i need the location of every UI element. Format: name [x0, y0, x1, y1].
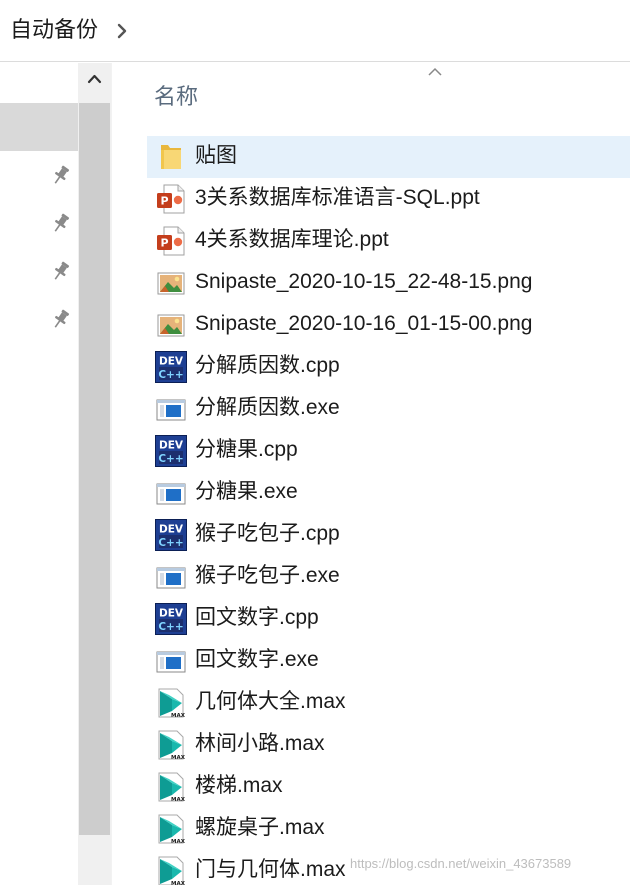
- file-name[interactable]: 4关系数据库理论.ppt: [195, 226, 389, 254]
- file-name[interactable]: 分解质因数.cpp: [195, 352, 340, 380]
- file-name[interactable]: 回文数字.exe: [195, 646, 319, 674]
- pin-icon[interactable]: [50, 164, 72, 186]
- file-row[interactable]: Snipaste_2020-10-15_22-48-15.png: [147, 262, 630, 304]
- file-row[interactable]: 猴子吃包子.exe: [147, 556, 630, 598]
- column-header-name[interactable]: 名称: [154, 83, 198, 111]
- nav-item-selected[interactable]: [0, 103, 78, 151]
- devcpp-icon: DEV C++: [155, 603, 187, 635]
- nav-scrollbar[interactable]: [78, 63, 111, 885]
- icon-label: P: [160, 237, 168, 250]
- devcpp-icon: DEV C++: [155, 519, 187, 551]
- exe-icon: [155, 393, 187, 425]
- icon-label: MAX: [171, 839, 186, 845]
- file-row[interactable]: MAX 几何体大全.max: [147, 682, 630, 724]
- file-name[interactable]: 楼梯.max: [195, 772, 283, 800]
- chevron-up-icon: [87, 74, 102, 84]
- pin-icon[interactable]: [50, 260, 72, 282]
- devcpp-icon: DEV C++: [155, 351, 187, 383]
- file-row[interactable]: DEV C++ 猴子吃包子.cpp: [147, 514, 630, 556]
- image-icon: [155, 267, 187, 299]
- file-name[interactable]: 林间小路.max: [195, 730, 325, 758]
- icon-label: DEV: [159, 440, 184, 452]
- file-name[interactable]: Snipaste_2020-10-16_01-15-00.png: [195, 310, 532, 338]
- icon-label: C++: [158, 621, 183, 633]
- watermark: https://blog.csdn.net/weixin_43673589: [350, 856, 572, 871]
- file-name[interactable]: 3关系数据库标准语言-SQL.ppt: [195, 184, 480, 212]
- image-icon: [155, 309, 187, 341]
- file-name[interactable]: 贴图: [195, 142, 237, 170]
- file-row[interactable]: P 4关系数据库理论.ppt: [147, 220, 630, 262]
- file-name[interactable]: 分糖果.cpp: [195, 436, 298, 464]
- file-name[interactable]: 猴子吃包子.cpp: [195, 520, 340, 548]
- file-row[interactable]: Snipaste_2020-10-16_01-15-00.png: [147, 304, 630, 346]
- navigation-pane: [0, 63, 78, 885]
- 3dsmax-icon: MAX: [155, 687, 187, 719]
- scroll-thumb[interactable]: [79, 103, 110, 835]
- file-list-pane: 名称 贴图 P 3关系数据库标准语言-SQL.ppt P 4关系数据库理论.ppt Sni…: [116, 63, 630, 885]
- file-row[interactable]: DEV C++ 分糖果.cpp: [147, 430, 630, 472]
- pin-icon[interactable]: [50, 308, 72, 330]
- powerpoint-icon: P: [155, 225, 187, 257]
- exe-icon: [155, 561, 187, 593]
- file-name[interactable]: 猴子吃包子.exe: [195, 562, 340, 590]
- icon-label: MAX: [171, 797, 186, 803]
- icon-label: DEV: [159, 356, 184, 368]
- sort-ascending-icon: [428, 67, 442, 76]
- pin-icon[interactable]: [50, 212, 72, 234]
- exe-icon: [155, 477, 187, 509]
- chevron-right-icon[interactable]: [115, 21, 129, 41]
- file-name[interactable]: 螺旋桌子.max: [195, 814, 325, 842]
- 3dsmax-icon: MAX: [155, 813, 187, 845]
- address-bar: 自动备份: [0, 0, 630, 62]
- exe-icon: [155, 645, 187, 677]
- file-row[interactable]: MAX 楼梯.max: [147, 766, 630, 808]
- file-row[interactable]: 回文数字.exe: [147, 640, 630, 682]
- file-name[interactable]: 回文数字.cpp: [195, 604, 319, 632]
- file-name[interactable]: Snipaste_2020-10-15_22-48-15.png: [195, 268, 532, 296]
- icon-label: P: [160, 195, 168, 208]
- file-row[interactable]: DEV C++ 分解质因数.cpp: [147, 346, 630, 388]
- file-name[interactable]: 分解质因数.exe: [195, 394, 340, 422]
- file-row[interactable]: MAX 林间小路.max: [147, 724, 630, 766]
- file-row[interactable]: MAX 螺旋桌子.max: [147, 808, 630, 850]
- file-name[interactable]: 分糖果.exe: [195, 478, 298, 506]
- 3dsmax-icon: MAX: [155, 855, 187, 885]
- file-row[interactable]: DEV C++ 回文数字.cpp: [147, 598, 630, 640]
- folder-icon: [155, 141, 187, 173]
- file-name[interactable]: 门与几何体.max: [195, 856, 346, 884]
- 3dsmax-icon: MAX: [155, 729, 187, 761]
- file-row[interactable]: P 3关系数据库标准语言-SQL.ppt: [147, 178, 630, 220]
- devcpp-icon: DEV C++: [155, 435, 187, 467]
- 3dsmax-icon: MAX: [155, 771, 187, 803]
- icon-label: MAX: [171, 713, 186, 719]
- icon-label: MAX: [171, 881, 186, 885]
- powerpoint-icon: P: [155, 183, 187, 215]
- file-row[interactable]: 分解质因数.exe: [147, 388, 630, 430]
- icon-label: C++: [158, 369, 183, 381]
- breadcrumb-item-auto-backup[interactable]: 自动备份: [10, 16, 98, 44]
- icon-label: C++: [158, 537, 183, 549]
- file-row[interactable]: 贴图: [147, 136, 630, 178]
- icon-label: C++: [158, 453, 183, 465]
- icon-label: MAX: [171, 755, 186, 761]
- file-name[interactable]: 几何体大全.max: [195, 688, 346, 716]
- icon-label: DEV: [159, 608, 184, 620]
- scroll-up-button[interactable]: [78, 63, 111, 103]
- icon-label: DEV: [159, 524, 184, 536]
- file-row[interactable]: 分糖果.exe: [147, 472, 630, 514]
